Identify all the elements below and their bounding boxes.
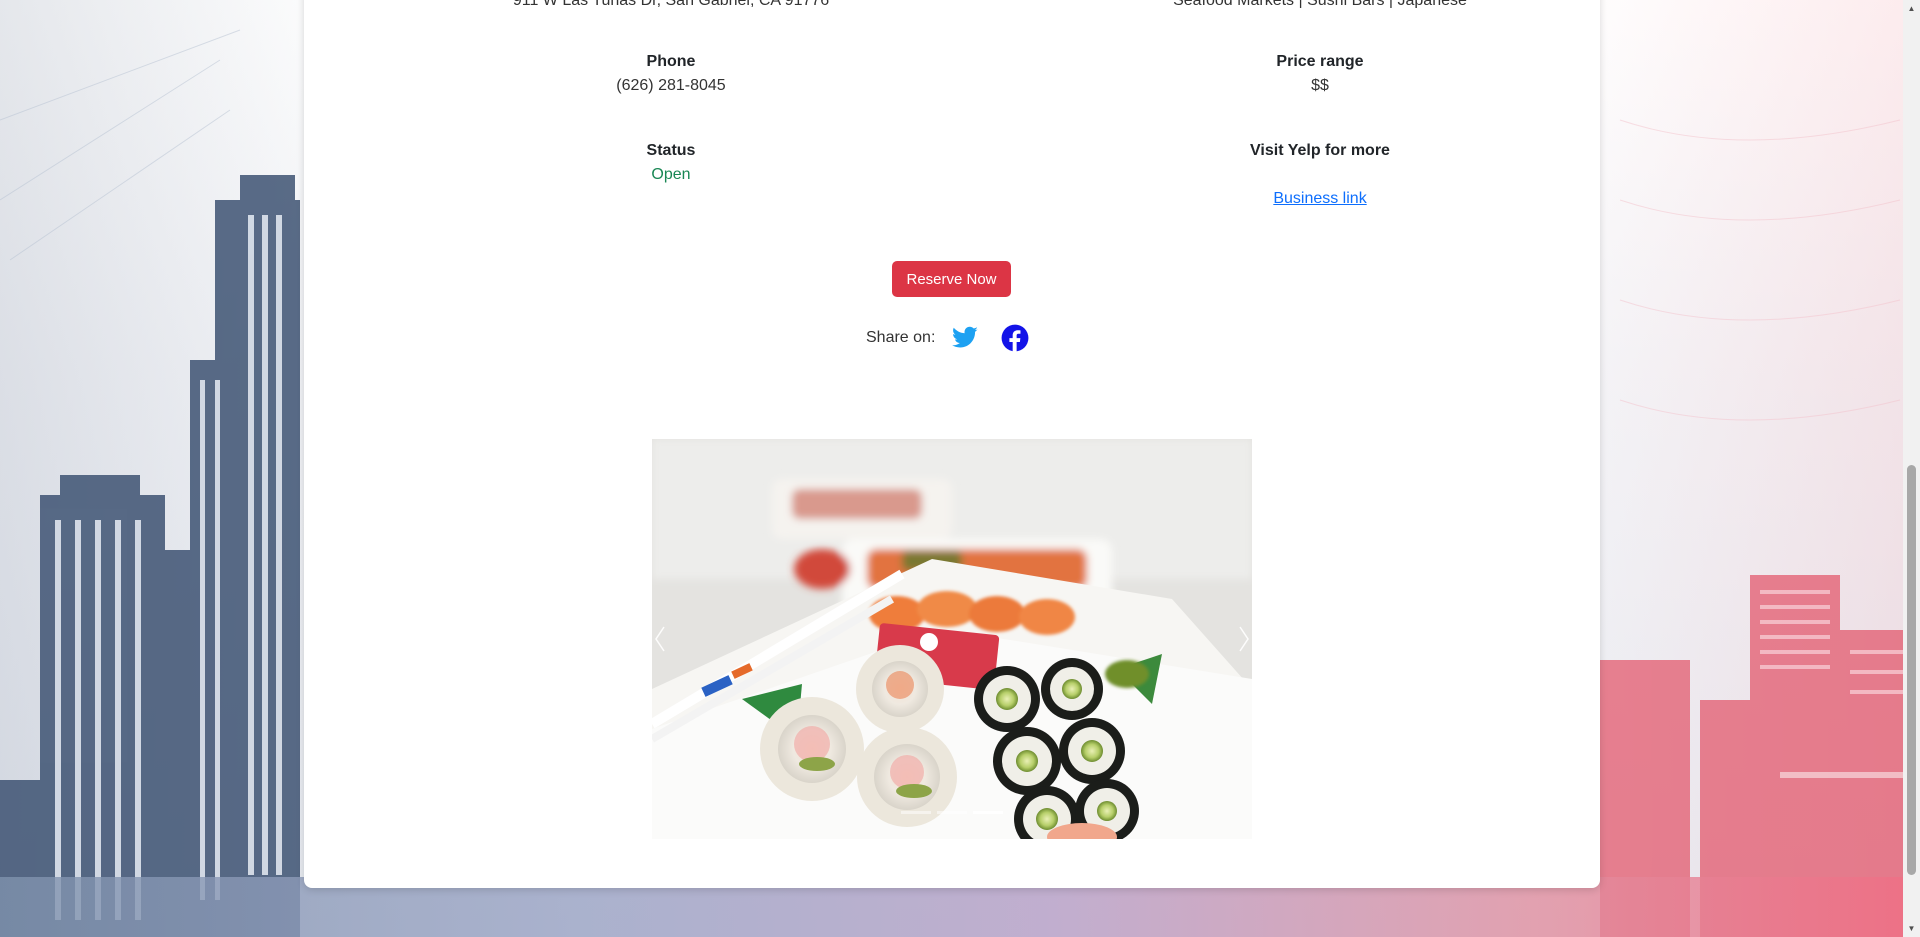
status-label: Status bbox=[646, 142, 696, 159]
share-label: Share on: bbox=[866, 329, 936, 346]
sushi-photo bbox=[652, 439, 1252, 839]
scroll-up-arrow-icon[interactable]: ▲ bbox=[1903, 0, 1920, 17]
carousel-indicator-1[interactable] bbox=[901, 811, 931, 814]
carousel-indicator-2[interactable] bbox=[937, 811, 967, 814]
phone-value: (626) 281-8045 bbox=[616, 77, 726, 94]
business-address: 911 W Las Tunas Dr, San Gabriel, CA 9177… bbox=[411, 0, 931, 8]
carousel-next-button[interactable] bbox=[1212, 609, 1252, 669]
yelp-label: Visit Yelp for more bbox=[1250, 142, 1390, 159]
phone-label: Phone bbox=[646, 53, 696, 70]
carousel-prev-button[interactable] bbox=[652, 609, 692, 669]
chevron-right-icon bbox=[1239, 626, 1249, 652]
scroll-down-arrow-icon[interactable]: ▼ bbox=[1903, 920, 1920, 937]
reserve-now-button[interactable]: Reserve Now bbox=[892, 261, 1011, 297]
carousel-indicator-3[interactable] bbox=[973, 811, 1003, 814]
carousel-indicators bbox=[652, 811, 1252, 814]
facebook-icon[interactable] bbox=[1001, 324, 1029, 352]
twitter-icon[interactable] bbox=[951, 324, 979, 352]
page-scrollbar[interactable]: ▲ ▼ bbox=[1903, 0, 1920, 937]
price-range-label: Price range bbox=[1276, 53, 1364, 70]
business-categories: Seafood Markets | Sushi Bars | Japanese bbox=[1060, 0, 1580, 8]
business-link[interactable]: Business link bbox=[1273, 190, 1366, 207]
share-bar: Share on: bbox=[866, 324, 1051, 352]
business-details-card: 911 W Las Tunas Dr, San Gabriel, CA 9177… bbox=[304, 0, 1600, 888]
status-value: Open bbox=[651, 166, 691, 183]
scrollbar-thumb[interactable] bbox=[1907, 465, 1916, 875]
chevron-left-icon bbox=[655, 626, 665, 652]
photo-carousel bbox=[652, 439, 1252, 839]
price-range-value: $$ bbox=[1311, 77, 1329, 94]
